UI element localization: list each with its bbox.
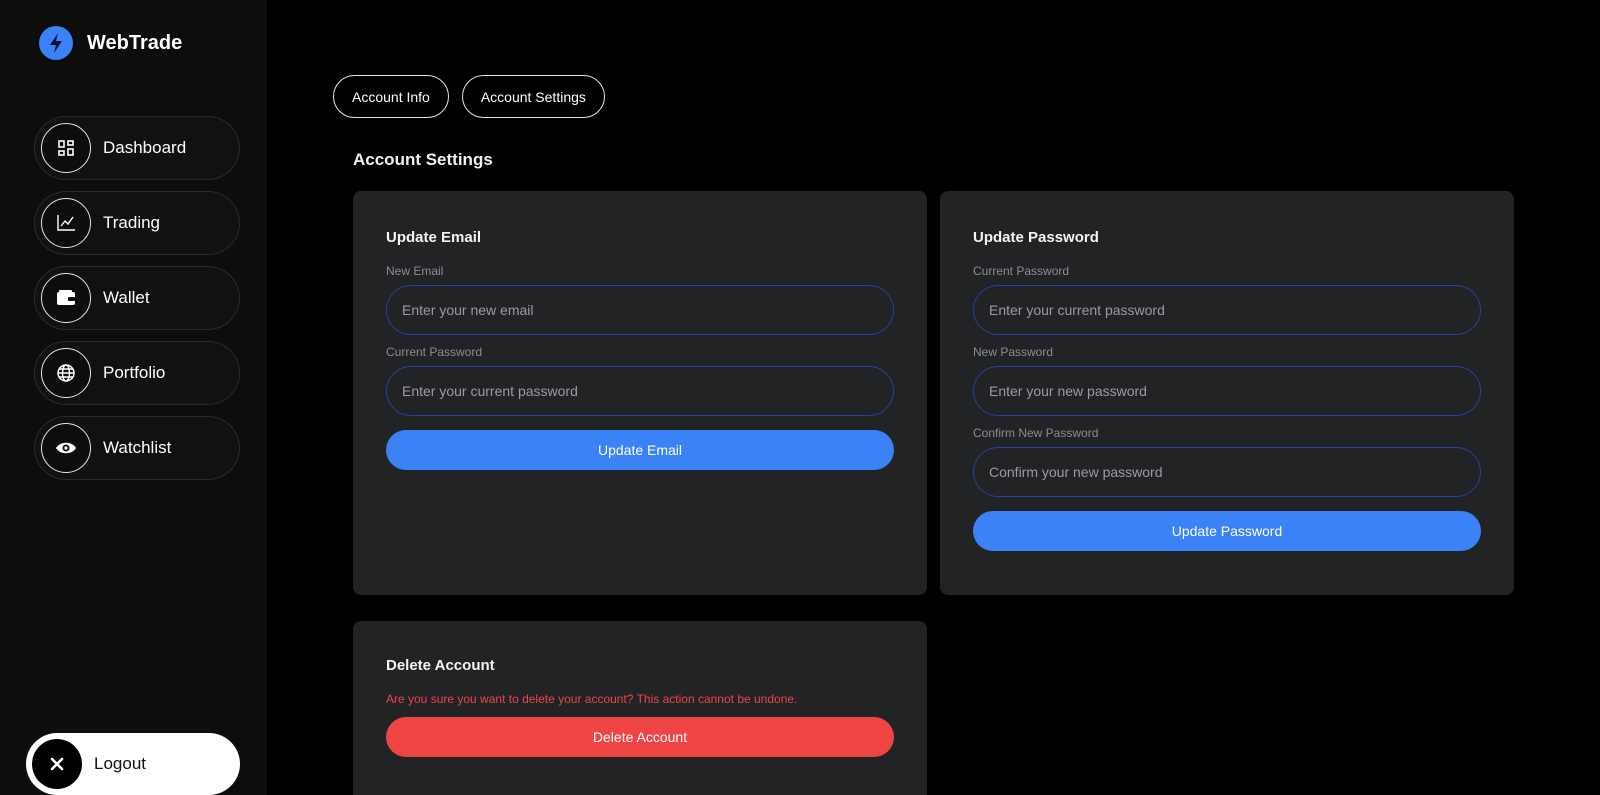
sidebar-item-label: Portfolio <box>103 363 166 382</box>
current-password-label: Current Password <box>973 264 1070 278</box>
delete-account-card: Delete Account Are you sure you want to … <box>353 621 927 795</box>
delete-account-button[interactable]: Delete Account <box>386 717 894 757</box>
update-email-button[interactable]: Update Email <box>386 430 894 470</box>
new-password-label: New Password <box>973 345 1054 359</box>
tab-account-info[interactable]: Account Info <box>333 75 449 118</box>
sidebar-item-wallet[interactable]: Wallet <box>34 266 240 330</box>
new-email-label: New Email <box>386 264 444 278</box>
update-password-card: Update Password Current Password New Pas… <box>940 191 1514 595</box>
sidebar-item-label: Watchlist <box>103 438 172 457</box>
tab-account-settings[interactable]: Account Settings <box>461 75 605 118</box>
sidebar-item-watchlist[interactable]: Watchlist <box>34 416 240 480</box>
update-password-button[interactable]: Update Password <box>973 511 1481 551</box>
brand-name: WebTrade <box>87 31 183 54</box>
sidebar-item-trading[interactable]: Trading <box>34 191 240 255</box>
globe-icon <box>41 348 91 398</box>
current-password-label: Current Password <box>386 345 483 359</box>
brand[interactable]: WebTrade <box>39 26 182 60</box>
sidebar-item-label: Trading <box>103 213 161 232</box>
sidebar-item-label: Dashboard <box>103 138 187 157</box>
email-current-password-input[interactable] <box>386 366 894 416</box>
logout-button[interactable]: Logout <box>26 733 240 795</box>
current-password-input[interactable] <box>973 285 1481 335</box>
lightning-bolt-icon <box>39 26 73 60</box>
sidebar-item-label: Wallet <box>103 288 150 307</box>
eye-icon <box>41 423 91 473</box>
update-email-card: Update Email New Email Current Password … <box>353 191 927 595</box>
close-icon <box>32 739 82 789</box>
confirm-password-input[interactable] <box>973 447 1481 497</box>
dashboard-grid-icon <box>41 123 91 173</box>
line-chart-icon <box>41 198 91 248</box>
new-password-input[interactable] <box>973 366 1481 416</box>
update-email-title: Update Email <box>386 229 482 246</box>
delete-account-title: Delete Account <box>386 657 495 674</box>
page-title: Account Settings <box>353 150 493 169</box>
new-email-input[interactable] <box>386 285 894 335</box>
confirm-password-label: Confirm New Password <box>973 426 1099 440</box>
sidebar-nav: Dashboard Trading Wallet Portfolio Watch… <box>34 116 240 491</box>
sidebar-item-portfolio[interactable]: Portfolio <box>34 341 240 405</box>
sidebar-item-dashboard[interactable]: Dashboard <box>34 116 240 180</box>
sidebar: WebTrade Dashboard Trading Wallet Portfo… <box>0 0 267 795</box>
account-tabs: Account Info Account Settings <box>333 75 618 118</box>
wallet-icon <box>41 273 91 323</box>
update-password-title: Update Password <box>973 229 1099 246</box>
logout-label: Logout <box>94 754 146 773</box>
delete-warning-text: Are you sure you want to delete your acc… <box>386 692 798 706</box>
